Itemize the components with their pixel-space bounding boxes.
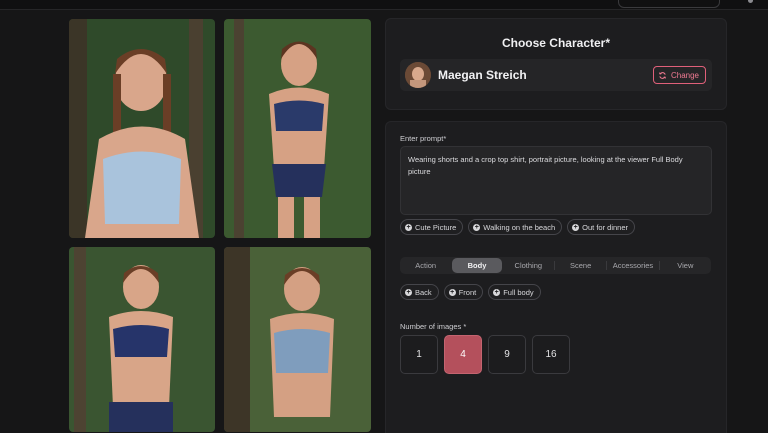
tab-clothing[interactable]: Clothing <box>504 258 553 273</box>
prompt-panel: Enter prompt* Wearing shorts and a crop … <box>385 121 727 433</box>
top-bar <box>0 0 768 10</box>
image-gallery <box>69 19 371 432</box>
image-count-option[interactable]: 1 <box>400 335 438 374</box>
generated-image-4[interactable] <box>224 247 371 432</box>
selected-character[interactable]: Maegan Streich Change <box>400 59 712 91</box>
plus-icon: + <box>473 223 481 231</box>
body-option-chip[interactable]: + Back <box>400 284 439 300</box>
suggestion-chip[interactable]: + Walking on the beach <box>468 219 563 235</box>
prompt-label: Enter prompt* <box>400 134 447 143</box>
divider <box>553 261 555 270</box>
plus-icon: + <box>493 288 501 296</box>
generated-image-1[interactable] <box>69 19 215 238</box>
number-of-images-options: 1 4 9 16 <box>400 335 570 374</box>
suggestion-chip[interactable]: + Out for dinner <box>567 219 635 235</box>
plus-icon: + <box>405 223 412 231</box>
prompt-text: Wearing shorts and a crop top shirt, por… <box>408 155 683 176</box>
category-tabs: Action Body Clothing Scene Accessories V… <box>400 257 711 274</box>
body-options: + Back + Front + Full body <box>400 284 541 300</box>
image-count-option[interactable]: 16 <box>532 335 570 374</box>
character-name: Maegan Streich <box>438 68 527 82</box>
generated-image-3[interactable] <box>69 247 215 432</box>
divider <box>606 261 608 270</box>
divider <box>658 261 660 270</box>
choose-character-title: Choose Character* <box>501 36 611 50</box>
suggestion-chip[interactable]: + Cute Picture <box>400 219 464 235</box>
avatar <box>405 62 431 88</box>
tab-accessories[interactable]: Accessories <box>608 258 657 273</box>
refresh-icon <box>658 71 667 79</box>
generated-image-2[interactable] <box>224 19 371 238</box>
body-option-chip[interactable]: + Full body <box>488 284 541 300</box>
plus-icon: + <box>448 288 456 296</box>
top-bar-button[interactable] <box>618 0 720 8</box>
tab-action[interactable]: Action <box>401 258 450 273</box>
tab-scene[interactable]: Scene <box>556 258 605 273</box>
choose-character-panel: Choose Character* Maegan Streich Change <box>385 18 727 110</box>
menu-icon[interactable] <box>748 0 753 3</box>
plus-icon: + <box>572 223 580 231</box>
image-count-option[interactable]: 9 <box>488 335 526 374</box>
plus-icon: + <box>405 288 412 296</box>
change-character-button[interactable]: Change <box>652 66 706 84</box>
prompt-input[interactable]: Wearing shorts and a crop top shirt, por… <box>400 146 712 215</box>
body-option-chip[interactable]: + Front <box>443 284 484 300</box>
change-label: Change <box>670 70 699 80</box>
number-of-images-label: Number of images * <box>400 322 467 331</box>
tab-body[interactable]: Body <box>452 258 502 273</box>
image-count-option-selected[interactable]: 4 <box>444 335 482 374</box>
suggestion-chips: + Cute Picture + Walking on the beach + Out… <box>400 219 635 235</box>
tab-view[interactable]: View <box>661 258 710 273</box>
